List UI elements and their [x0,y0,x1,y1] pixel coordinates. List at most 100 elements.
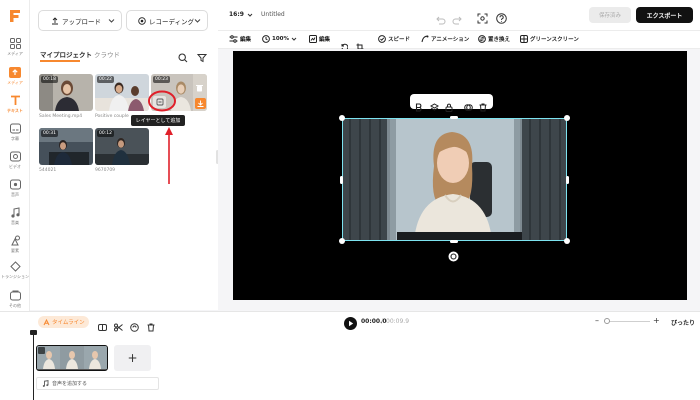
resize-handle[interactable] [450,116,458,119]
freeze-icon[interactable] [130,317,139,336]
adjust-button[interactable]: 編集 [309,35,330,43]
rail-text[interactable]: テキスト [0,95,30,121]
zoom-select[interactable]: 100% [262,35,297,43]
split-screen-icon[interactable] [98,317,107,336]
zoom-out-button[interactable]: – [595,316,599,325]
replace-button[interactable]: 置き換え [478,35,510,43]
aspect-ratio-value: 16:9 [229,11,244,18]
rail-text-label: テキスト [7,108,23,113]
duplicate-icon[interactable] [464,97,473,116]
play-button[interactable] [344,315,357,334]
project-title[interactable]: Untitled [261,11,285,18]
delete-icon[interactable] [147,317,155,336]
aspect-ratio-select[interactable]: 16:9 [229,11,253,18]
resize-handle[interactable] [564,115,570,121]
media-duration: 00:22 [97,76,114,83]
rail-subtitle-label: 字幕 [11,136,19,141]
resize-handle[interactable] [339,238,345,244]
add-to-timeline-button[interactable] [195,98,206,109]
upload-folder-icon [9,67,21,78]
lock-icon[interactable] [445,97,453,116]
playhead[interactable] [33,332,34,400]
app-logo [9,8,21,27]
green-screen-label: グリーンスクリーン [530,37,579,43]
tab-cloud[interactable]: クラウド [94,49,120,59]
rail-video-label: ビデオ [9,164,21,169]
resize-handle[interactable] [564,238,570,244]
animation-icon [421,35,429,43]
media-duration: 00:12 [97,130,114,137]
rail-subtitle[interactable]: 字幕 [0,123,30,149]
search-icon[interactable] [178,48,188,67]
adjust-label: 編集 [319,37,331,43]
timeline-clip[interactable] [36,345,108,371]
add-clip-button[interactable]: + [114,345,151,371]
rail-music-label: 音楽 [11,220,19,225]
subtitle-icon [9,123,21,134]
annotation-circle [147,89,177,117]
selection-box [342,118,567,241]
resize-handle[interactable] [339,115,345,121]
media-thumb[interactable]: 00:22 [95,74,149,111]
zoom-in-button[interactable]: + [653,316,660,325]
layers-icon[interactable] [429,97,440,116]
resize-handle[interactable] [340,176,343,184]
rotate-handle-icon[interactable] [448,247,459,266]
media-thumb[interactable]: 00:12 [95,128,149,165]
fit-button[interactable]: ぴったり [671,318,695,327]
rail-elements[interactable]: 要素 [0,235,30,261]
rail-transition-label: トランジション [1,274,29,279]
resize-handle[interactable] [450,240,458,243]
delete-icon[interactable] [479,97,487,116]
rail-audio[interactable]: 音声 [0,179,30,205]
rail-my-media[interactable]: メディア [0,67,30,93]
media-thumb[interactable]: 00:18 [39,74,93,111]
add-audio-track[interactable]: 音声を追加する [36,377,159,390]
rail-video[interactable]: ビデオ [0,151,30,177]
rail-elements-label: 要素 [11,248,19,253]
recording-label: レコーディング [149,17,195,26]
save-label: 保存済み [598,13,621,19]
media-caption: 544021 [39,168,57,173]
rail-music[interactable]: 音楽 [0,207,30,233]
speed-button[interactable]: スピード [378,35,410,43]
zoom-value: 100% [272,36,289,42]
recording-button[interactable]: レコーディング [126,10,208,31]
export-label: エクスポート [646,12,683,20]
media-thumb[interactable]: 00:31 [39,128,93,165]
playhead-handle[interactable] [30,330,37,335]
save-button[interactable]: 保存済み [589,7,631,23]
filter-icon[interactable] [196,48,208,67]
animation-label: アニメーション [431,37,470,43]
undo-icon[interactable] [436,10,446,29]
rail-more-label: その他 [9,303,21,308]
scissors-icon[interactable] [114,317,123,336]
delete-icon[interactable] [196,77,203,96]
rail-media[interactable]: メディア [0,38,30,64]
export-button[interactable]: エクスポート [636,7,693,23]
add-audio-label: 音声を追加する [52,381,88,387]
timeline-toggle-button[interactable]: タイムライン [38,316,89,328]
tab-my-project[interactable]: マイプロジェクト [40,49,92,59]
zoom-slider-track[interactable] [606,321,650,322]
grid-icon [9,38,21,49]
edit-button[interactable]: 編集 [229,35,251,43]
resize-handle[interactable] [566,176,569,184]
timeline-icon [43,318,50,326]
animation-button[interactable]: アニメーション [421,35,469,43]
replace-label: 置き換え [488,37,511,43]
replace-icon [478,35,486,43]
bold-icon[interactable] [415,97,423,116]
chevron-down-icon [291,36,297,42]
green-screen-button[interactable]: グリーンスクリーン [520,35,579,43]
record-icon [138,16,146,25]
screenshot-icon[interactable] [477,9,488,28]
rail-transition[interactable]: トランジション [0,261,30,287]
upload-button[interactable]: アップロード [38,10,122,31]
help-icon[interactable] [496,9,507,28]
media-duration: 00:18 [41,76,58,83]
upload-label: アップロード [62,17,101,26]
zoom-slider-thumb[interactable] [604,318,610,324]
edit-label: 編集 [240,37,252,43]
redo-icon[interactable] [452,10,462,29]
